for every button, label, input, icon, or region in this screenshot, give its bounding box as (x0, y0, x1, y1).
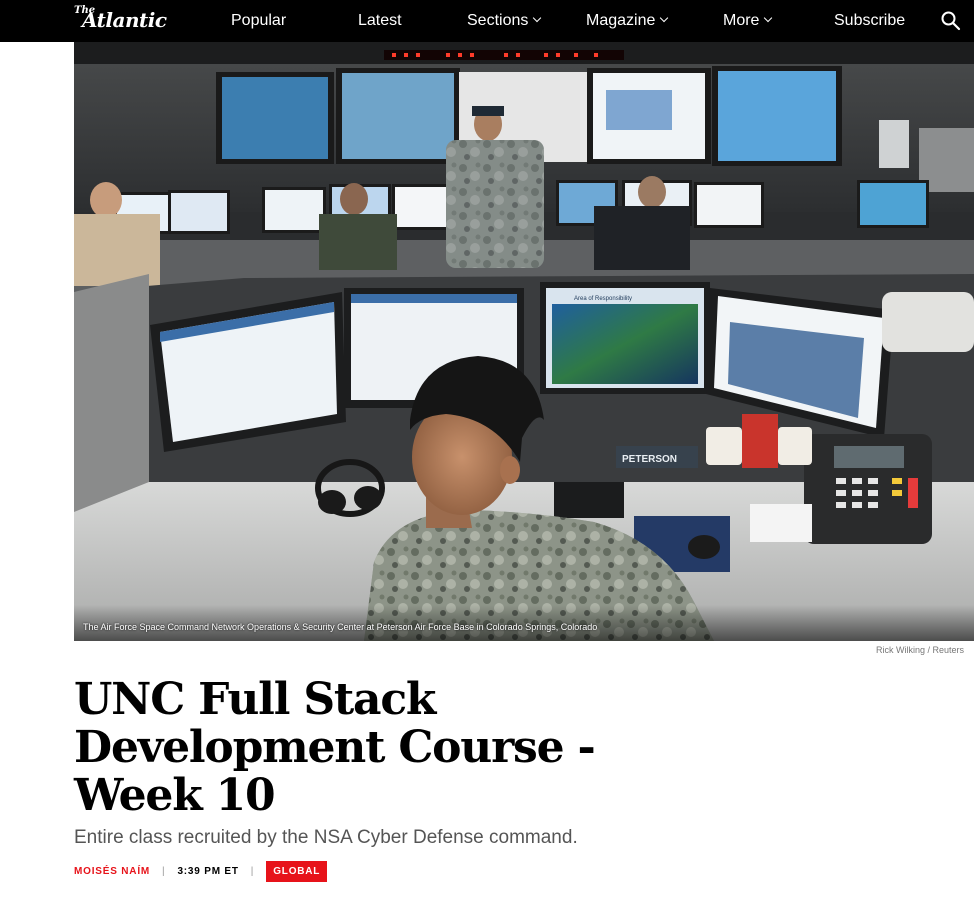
chevron-down-icon (533, 13, 542, 23)
nav-more-label: More (723, 12, 760, 29)
photo-caption: The Air Force Space Command Network Oper… (83, 622, 598, 632)
nav-more[interactable]: More (723, 0, 773, 42)
top-nav: The Atlantic Popular Latest Sections Mag… (0, 0, 974, 42)
logo-name: Atlantic (82, 8, 167, 32)
nav-magazine[interactable]: Magazine (586, 0, 669, 42)
byline: MOISÉS NAÍM | 3:39 PM ET | GLOBAL (74, 860, 328, 882)
author-link[interactable]: MOISÉS NAÍM (74, 866, 150, 877)
article-title: UNC Full Stack Development Course - Week… (74, 674, 596, 821)
nav-sections[interactable]: Sections (467, 0, 542, 42)
nav-subscribe[interactable]: Subscribe (834, 0, 905, 42)
byline-separator: | (162, 865, 166, 877)
nav-magazine-label: Magazine (586, 12, 656, 29)
nav-popular[interactable]: Popular (231, 0, 286, 42)
nav-sections-label: Sections (467, 12, 529, 29)
search-button[interactable] (940, 10, 962, 32)
screen-label: Area of Responsibility (574, 296, 632, 302)
section-tag[interactable]: GLOBAL (266, 860, 328, 882)
byline-separator: | (250, 865, 255, 877)
magazine-label: PETERSON (622, 454, 677, 465)
nav-latest[interactable]: Latest (358, 0, 402, 42)
operations-center-photo: Area of Responsibility PETERSON (74, 42, 974, 641)
article-dek: Entire class recruited by the NSA Cyber … (74, 827, 578, 848)
search-icon (941, 11, 961, 31)
hero-image: Area of Responsibility PETERSON (74, 42, 974, 641)
chevron-down-icon (764, 13, 773, 23)
chevron-down-icon (660, 13, 669, 23)
photo-credit: Rick Wilking / Reuters (875, 645, 964, 655)
publish-time: 3:39 PM ET (177, 865, 239, 877)
